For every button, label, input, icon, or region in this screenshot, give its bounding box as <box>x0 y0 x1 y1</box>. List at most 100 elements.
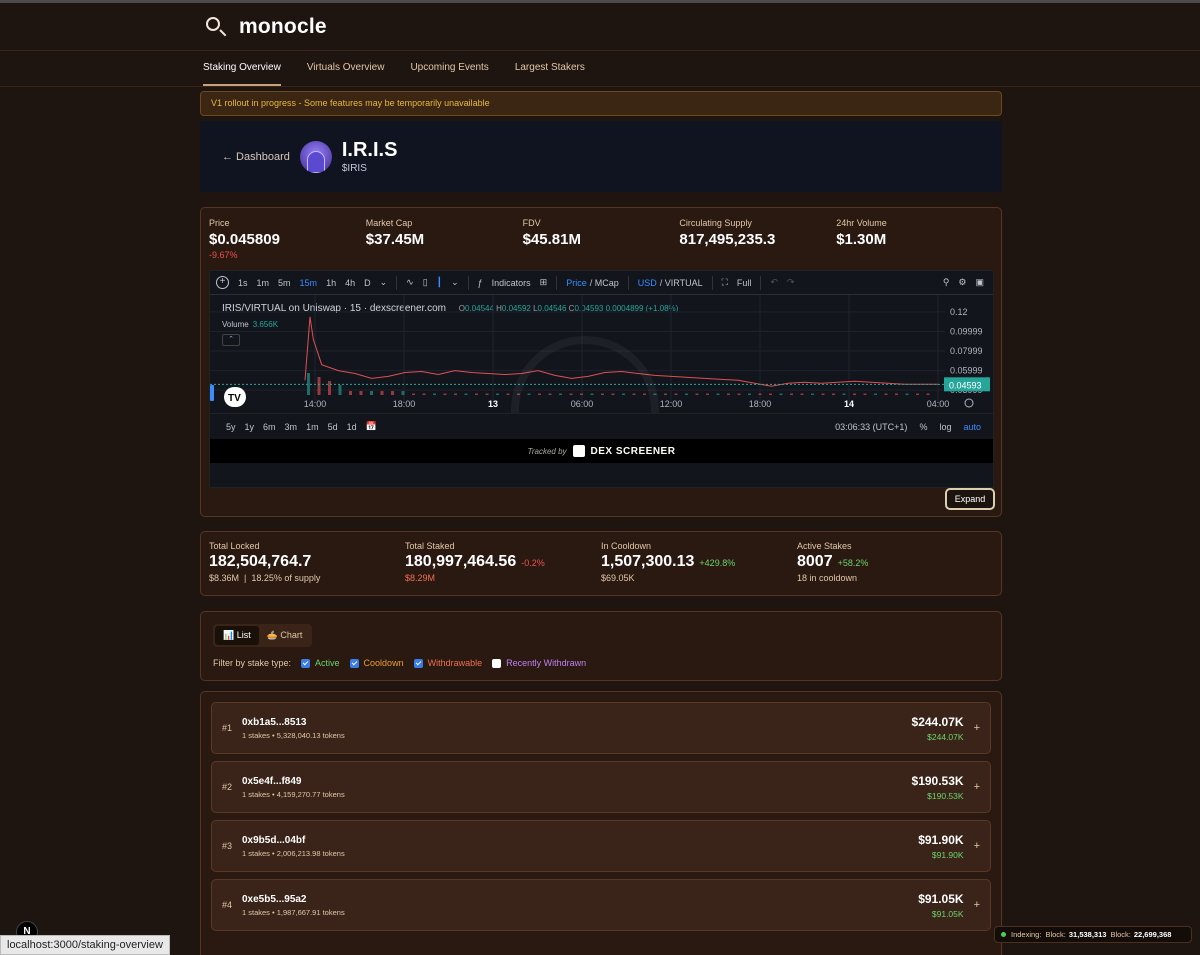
virtual-toggle[interactable]: / VIRTUAL <box>660 278 703 288</box>
expand-chart-button[interactable]: Expand <box>945 488 995 510</box>
expand-row-icon[interactable]: + <box>974 840 980 852</box>
metric-value: $45.81M <box>522 231 581 248</box>
staker-info: 0xb1a5...8513 1 stakes • 5,328,040.13 tok… <box>242 717 345 740</box>
usd-toggle[interactable]: USD <box>638 278 657 288</box>
undo-icon[interactable]: ↶ <box>770 277 778 288</box>
tab-largest-stakers[interactable]: Largest Stakers <box>515 51 585 86</box>
filter-withdrawable[interactable]: Withdrawable <box>413 658 482 668</box>
indicators-button[interactable]: Indicators <box>492 278 531 288</box>
interval-1m[interactable]: 1m <box>257 278 270 288</box>
chevron-down-icon[interactable]: ⌄ <box>380 277 388 288</box>
stat-sub: $69.05K <box>601 573 635 583</box>
x-tick-label: 18:00 <box>393 399 416 409</box>
price-change: -9.67% <box>209 250 238 260</box>
back-to-dashboard-link[interactable]: ← Dashboard <box>222 151 290 163</box>
layout-grid-icon[interactable]: ⊞ <box>540 277 548 288</box>
staker-meta: 1 stakes • 5,328,040.13 tokens <box>242 730 345 740</box>
staker-row[interactable]: #3 0x9b5d...04bf 1 stakes • 2,006,213.98 t… <box>211 820 991 872</box>
checkbox[interactable] <box>301 658 311 668</box>
checkbox[interactable] <box>349 658 359 668</box>
auto-toggle[interactable]: auto <box>963 422 981 432</box>
staker-amounts: $190.53K $190.53K <box>912 774 964 801</box>
staker-row[interactable]: #1 0xb1a5...8513 1 stakes • 5,328,040.13 t… <box>211 702 991 754</box>
expand-row-icon[interactable]: + <box>974 781 980 793</box>
range-5y[interactable]: 5y <box>226 422 236 432</box>
filter-cooldown[interactable]: Cooldown <box>349 658 404 668</box>
volume-bar <box>359 391 363 395</box>
chevron-down-icon[interactable]: ⌄ <box>451 277 459 288</box>
dexscreener-attribution[interactable]: Tracked by DEX SCREENER <box>210 439 993 463</box>
range-1y[interactable]: 1y <box>245 422 255 432</box>
volume-bar <box>590 393 594 395</box>
range-1m[interactable]: 1m <box>306 422 319 432</box>
indicators-icon[interactable]: ƒ <box>478 278 483 288</box>
volume-bar <box>769 393 772 395</box>
tab-upcoming-events[interactable]: Upcoming Events <box>410 51 488 86</box>
redo-icon[interactable]: ↷ <box>787 277 795 288</box>
expand-row-icon[interactable]: + <box>974 722 980 734</box>
volume-bar <box>622 393 625 395</box>
interval-15m[interactable]: 15m <box>300 278 318 288</box>
staker-rank: #2 <box>222 782 233 792</box>
staker-row[interactable]: #4 0xe5b5...95a2 1 stakes • 1,987,667.91 t… <box>211 879 991 931</box>
camera-icon[interactable]: ▣ <box>975 277 984 288</box>
price-chart[interactable]: 0.120.099990.079990.059990.0399914:0018:… <box>210 295 995 413</box>
volume-bar <box>527 393 531 395</box>
filter-active[interactable]: Active <box>301 658 340 668</box>
stat-change: +58.2% <box>837 558 869 568</box>
volume-bar <box>506 393 510 395</box>
tab-virtuals-overview[interactable]: Virtuals Overview <box>307 51 385 86</box>
staker-amounts: $244.07K $244.07K <box>912 715 964 742</box>
volume-bar <box>580 393 583 395</box>
volume-bar <box>559 393 562 395</box>
price-toggle[interactable]: Price <box>566 278 587 288</box>
candles-icon[interactable]: ▯ <box>423 277 428 288</box>
x-tick-label: 13 <box>488 399 498 409</box>
interval-d[interactable]: D <box>364 278 371 288</box>
volume-bar <box>853 393 856 395</box>
token-name: I.R.I.S <box>341 138 398 161</box>
list-view-button[interactable]: 📊 List <box>215 626 259 645</box>
interval-1h[interactable]: 1h <box>326 278 336 288</box>
bars-icon[interactable]: ┃ <box>437 277 442 288</box>
percent-toggle[interactable]: % <box>919 422 927 432</box>
stat-label: Total Locked <box>209 541 260 551</box>
volume-bar <box>380 391 384 395</box>
calendar-icon[interactable]: 📅 <box>366 421 377 432</box>
app-header: monocle <box>0 3 1200 51</box>
staker-rank: #3 <box>222 841 233 851</box>
staker-row[interactable]: #2 0x5e4f...f849 1 stakes • 4,159,270.77 t… <box>211 761 991 813</box>
volume-bar <box>422 393 426 395</box>
chart-view-button[interactable]: 🥧 Chart <box>259 626 311 645</box>
line-chart-icon[interactable]: ∿ <box>406 277 414 288</box>
range-1d[interactable]: 1d <box>347 422 357 432</box>
price-chart-embed[interactable]: + 1s 1m 5m 15m 1h 4h D ⌄ ∿ ▯ ┃ ⌄ ƒ Indic… <box>209 270 994 488</box>
app-title[interactable]: monocle <box>239 15 327 39</box>
fullscreen-icon[interactable]: ⛶ <box>722 277 728 288</box>
add-symbol-icon[interactable]: + <box>216 276 229 289</box>
mcap-toggle[interactable]: / MCap <box>590 278 619 288</box>
expand-row-icon[interactable]: + <box>974 899 980 911</box>
interval-1s[interactable]: 1s <box>238 278 248 288</box>
checkbox[interactable] <box>492 658 502 668</box>
staker-value: $244.07K <box>911 714 964 729</box>
range-6m[interactable]: 6m <box>263 422 276 432</box>
stake-type-filters: Filter by stake type: Active Cooldown With… <box>213 658 989 668</box>
tab-staking-overview[interactable]: Staking Overview <box>203 51 281 86</box>
range-5d[interactable]: 5d <box>328 422 338 432</box>
stat-value-row: 8007 +58.2% <box>797 553 993 571</box>
interval-5m[interactable]: 5m <box>278 278 291 288</box>
log-toggle[interactable]: log <box>939 422 951 432</box>
gear-icon[interactable]: ⚙ <box>958 277 966 288</box>
block-number: 22,699,368 <box>1133 930 1172 939</box>
volume-bar <box>464 393 468 395</box>
filter-label: Filter by stake type: <box>213 658 292 668</box>
range-3m[interactable]: 3m <box>285 422 298 432</box>
search-zoom-icon[interactable]: ⚲ <box>943 277 950 288</box>
checkbox[interactable] <box>413 658 423 668</box>
filter-recently-withdrawn[interactable]: Recently Withdrawn <box>492 658 586 668</box>
interval-4h[interactable]: 4h <box>345 278 355 288</box>
x-tick-label: 14 <box>844 399 854 409</box>
full-button[interactable]: Full <box>737 278 752 288</box>
browser-status-url: localhost:3000/staking-overview <box>0 935 170 955</box>
